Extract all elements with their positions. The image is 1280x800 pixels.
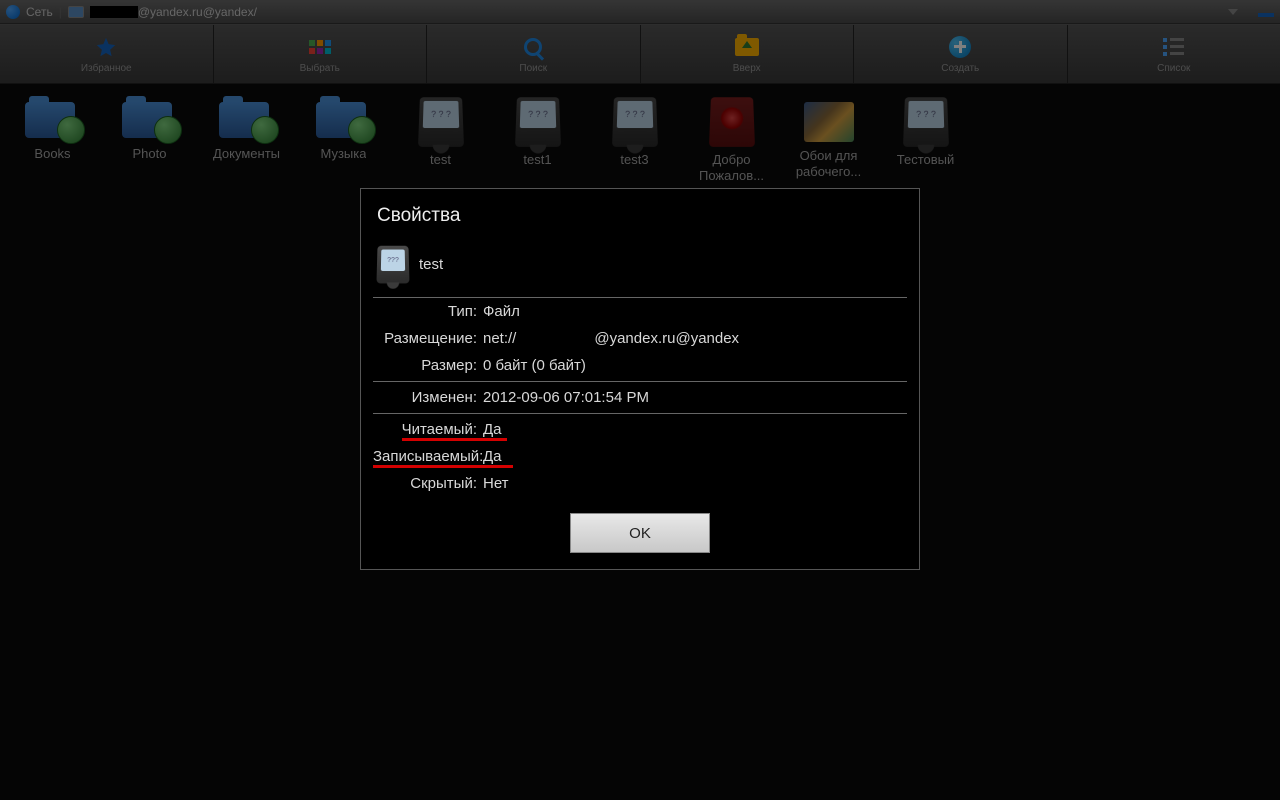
- dialog-filename: test: [419, 256, 443, 273]
- prop-readable: Читаемый: Да: [373, 416, 907, 443]
- dialog-title: Свойства: [361, 189, 919, 239]
- prop-type: Тип: Файл: [373, 298, 907, 325]
- properties-dialog: Свойства ??? test Тип: Файл Размещение: …: [360, 188, 920, 570]
- file-icon: ???: [376, 246, 409, 284]
- prop-modified: Изменен: 2012-09-06 07:01:54 PM: [373, 384, 907, 411]
- prop-hidden: Скрытый: Нет: [373, 470, 907, 497]
- ok-button[interactable]: OK: [570, 513, 710, 553]
- redacted-text: [518, 332, 592, 346]
- prop-size: Размер: 0 байт (0 байт): [373, 352, 907, 379]
- prop-location: Размещение: net:// @yandex.ru@yandex: [373, 325, 907, 352]
- dialog-file-header: ??? test: [373, 239, 907, 298]
- prop-writable: Записываемый: Да: [373, 443, 907, 470]
